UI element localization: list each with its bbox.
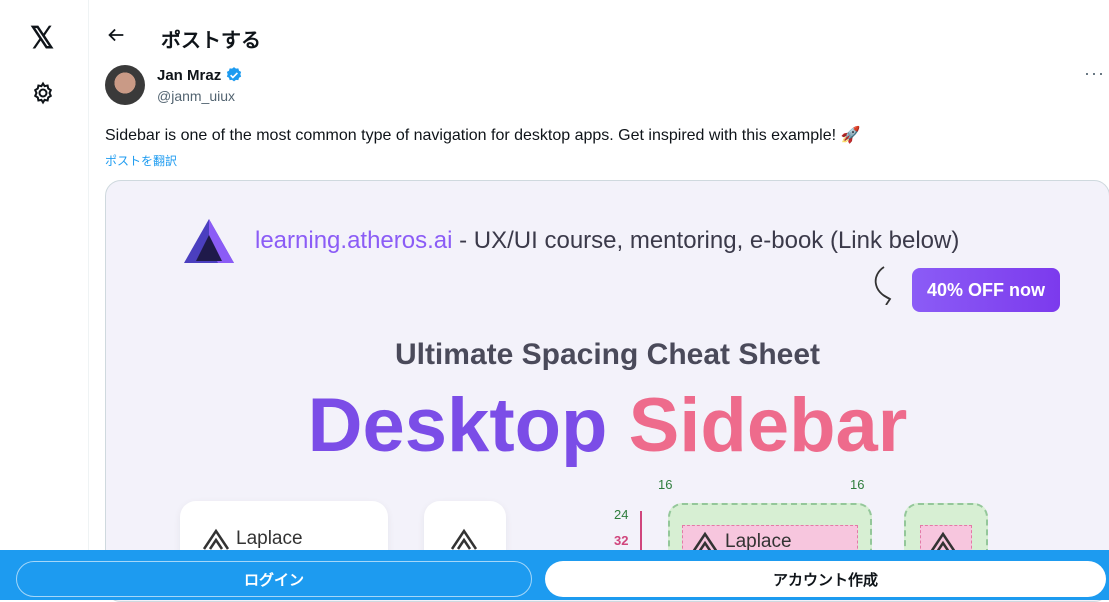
image-headline: Desktop Sidebar xyxy=(106,386,1109,466)
signup-bottom-bar: ログイン アカウント作成 xyxy=(0,550,1109,600)
translate-post-link[interactable]: ポストを翻訳 xyxy=(105,152,177,169)
page-title: ポストする xyxy=(161,30,261,52)
post-image[interactable]: learning.atheros.ai - UX/UI course, ment… xyxy=(105,180,1109,602)
header: ポストする xyxy=(89,0,1109,72)
dim-left-label: 16 xyxy=(658,477,673,492)
course-description: - UX/UI course, mentoring, e-book (Link … xyxy=(452,227,960,254)
author-name[interactable]: Jan Mraz xyxy=(157,66,243,84)
laplace-logo-icon xyxy=(202,528,230,550)
create-account-button[interactable]: アカウント作成 xyxy=(545,561,1106,597)
curved-arrow-icon xyxy=(874,266,892,305)
laplace-logo-icon xyxy=(450,528,478,550)
login-button[interactable]: ログイン xyxy=(16,561,532,597)
x-logo-icon[interactable]: 𝕏 xyxy=(30,24,54,54)
dim-inner-label: 32 xyxy=(614,533,629,548)
avatar[interactable] xyxy=(105,65,145,105)
course-site: learning.atheros.ai xyxy=(255,227,453,254)
author-handle[interactable]: @janm_uiux xyxy=(157,88,235,104)
laplace-brand: Laplace xyxy=(202,527,303,551)
promo-badge: 40% OFF now xyxy=(912,268,1060,312)
gear-icon[interactable] xyxy=(31,81,55,105)
headline-word-1: Desktop xyxy=(307,383,608,468)
post-text: Sidebar is one of the most common type o… xyxy=(105,127,861,144)
headline-word-2: Sidebar xyxy=(628,383,908,468)
left-nav-rail: 𝕏 xyxy=(0,0,89,600)
atheros-logo-icon xyxy=(184,219,234,263)
main-column: ポストする Jan Mraz @janm_uiux ··· Sidebar is… xyxy=(89,0,1109,602)
more-options-icon[interactable]: ··· xyxy=(1084,63,1105,84)
dim-right-label: 16 xyxy=(850,477,865,492)
spacing-marker xyxy=(640,511,642,551)
arrow-left-icon[interactable] xyxy=(105,24,127,46)
course-line: learning.atheros.ai - UX/UI course, ment… xyxy=(255,227,959,255)
verified-badge-icon xyxy=(227,67,242,82)
dim-top-label: 24 xyxy=(614,507,629,522)
image-subtitle: Ultimate Spacing Cheat Sheet xyxy=(394,338,821,371)
laplace-label: Laplace xyxy=(236,528,303,549)
author-name-label: Jan Mraz xyxy=(157,66,222,84)
